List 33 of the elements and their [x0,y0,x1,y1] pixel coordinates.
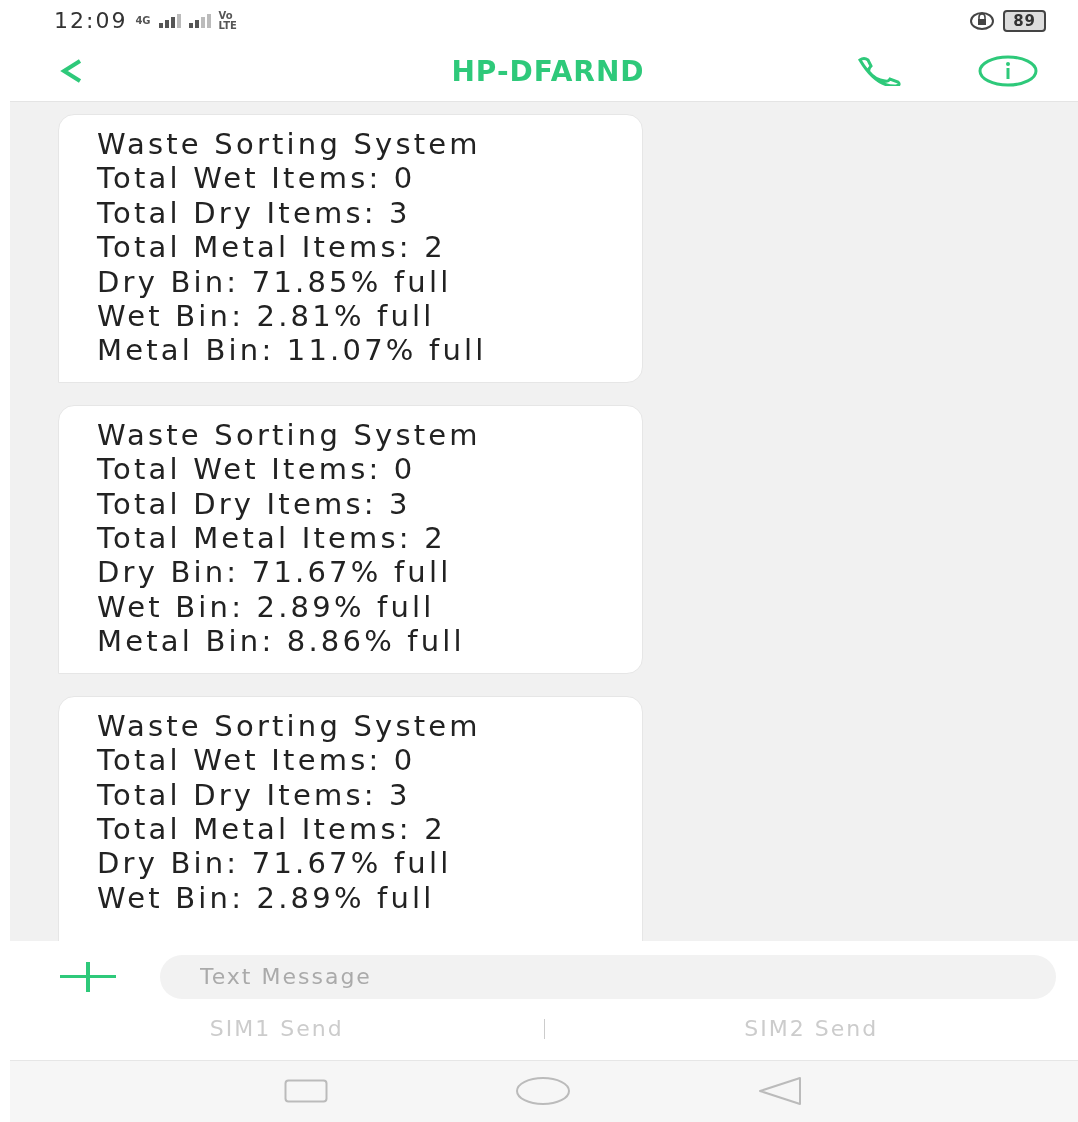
battery-indicator: 89 [1003,9,1046,32]
message-line: Waste Sorting System [97,708,482,744]
message-line: Total Wet Items: 0 [97,161,417,196]
message-line: Total Dry Items: 3 [97,777,412,812]
message-line: Total Dry Items: 3 [97,486,412,522]
message-line: Wet Bin: 2.89% full [97,880,436,916]
home-icon[interactable] [515,1076,571,1107]
rotation-lock-icon [969,10,996,31]
message-line: Metal Bin: 8.86% full [97,624,466,659]
recents-icon[interactable] [283,1079,328,1104]
message-line: Waste Sorting System [97,417,482,453]
message-line: Wet Bin: 2.89% full [97,589,436,625]
status-time: 12:09 [54,8,128,34]
message-line: Total Wet Items: 0 [97,743,417,778]
message-line: Total Metal Items: 2 [97,230,447,265]
add-icon[interactable] [60,961,116,992]
message-line: Total Metal Items: 2 [97,521,447,556]
signal-icon [158,13,181,28]
message-line: Dry Bin: 71.67% full [97,846,453,881]
volte-indicator: Vo LTE [218,10,238,31]
info-icon[interactable] [978,55,1038,88]
contact-title: HP-DFARND [451,54,645,88]
message-field[interactable]: Text Message [160,954,1056,999]
signal-icon [188,13,211,28]
message-line: Metal Bin: 11.07% full [97,333,488,368]
message-line: Dry Bin: 71.67% full [97,555,453,590]
message-line: Dry Bin: 71.85% full [97,264,453,300]
message-line: Total Wet Items: 0 [97,452,417,487]
message-line: Total Dry Items: 3 [97,195,412,231]
network-type: 4G [135,15,151,27]
message-line: Total Metal Items: 2 [97,811,447,847]
message-line: Waste Sorting System [97,127,482,162]
message-line: Wet Bin: 2.81% full [97,299,436,334]
